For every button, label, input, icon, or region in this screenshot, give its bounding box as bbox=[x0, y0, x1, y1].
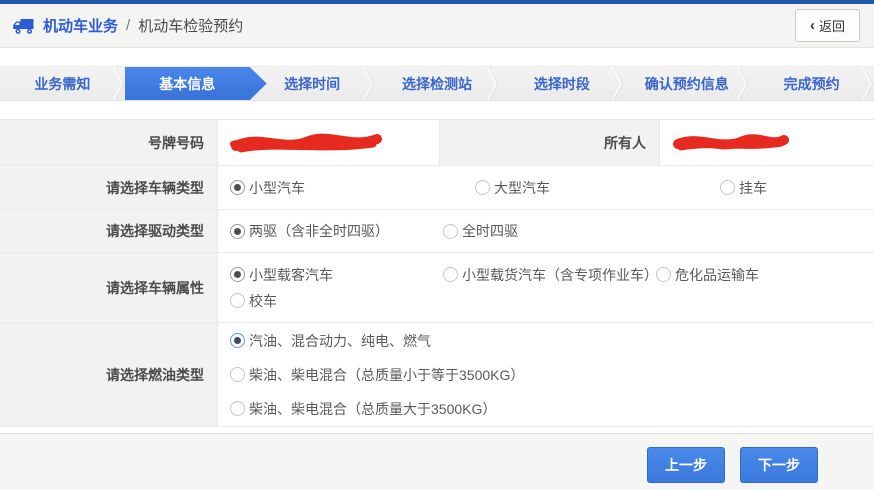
radio-unselected-icon bbox=[720, 180, 735, 195]
step-separator-icon bbox=[487, 83, 498, 100]
breadcrumb-separator: / bbox=[126, 17, 130, 34]
radio-option-two-wheel-drive[interactable]: 两驱（含非全时四驱） bbox=[230, 221, 443, 241]
radio-option-school-bus[interactable]: 校车 bbox=[230, 291, 277, 311]
step-progress-bar: 业务需知 基本信息 选择时间 选择检测站 选择时段 确认预约信息 完成预约 bbox=[0, 66, 874, 101]
radio-option-small-car[interactable]: 小型汽车 bbox=[230, 178, 475, 198]
step-tab-finish[interactable]: 完成预约 bbox=[749, 67, 874, 100]
radio-option-label: 柴油、柴电混合（总质量小于等于3500KG） bbox=[249, 365, 524, 385]
step-tab-basic-info[interactable]: 基本信息 bbox=[125, 67, 250, 100]
owner-label: 所有人 bbox=[440, 120, 660, 165]
step-tab-confirm-info[interactable]: 确认预约信息 bbox=[624, 67, 749, 100]
drive-type-label: 请选择驱动类型 bbox=[0, 210, 218, 252]
footer-action-bar: 上一步 下一步 bbox=[0, 433, 874, 490]
back-button[interactable]: ‹ 返回 bbox=[795, 9, 860, 42]
radio-option-large-car[interactable]: 大型汽车 bbox=[475, 178, 720, 198]
radio-unselected-icon bbox=[443, 224, 458, 239]
radio-option-diesel-under-3500kg[interactable]: 柴油、柴电混合（总质量小于等于3500KG） bbox=[230, 365, 874, 385]
radio-unselected-icon bbox=[230, 401, 245, 416]
breadcrumb: 机动车业务 / 机动车检验预约 bbox=[12, 15, 243, 36]
step-separator-icon bbox=[862, 67, 873, 84]
step-label: 基本信息 bbox=[159, 74, 215, 94]
vehicle-attribute-label: 请选择车辆属性 bbox=[0, 253, 218, 322]
step-separator-icon bbox=[362, 83, 373, 100]
breadcrumb-root[interactable]: 机动车业务 bbox=[43, 15, 118, 36]
radio-unselected-icon bbox=[230, 367, 245, 382]
radio-option-label: 两驱（含非全时四驱） bbox=[249, 221, 389, 241]
radio-selected-icon bbox=[230, 224, 245, 239]
back-button-label: 返回 bbox=[819, 16, 845, 35]
radio-option-hazmat-transport[interactable]: 危化品运输车 bbox=[656, 265, 759, 285]
fuel-type-options: 汽油、混合动力、纯电、燃气 柴油、柴电混合（总质量小于等于3500KG） 柴油、… bbox=[218, 323, 874, 426]
radio-option-diesel-over-3500kg[interactable]: 柴油、柴电混合（总质量大于3500KG） bbox=[230, 399, 874, 419]
vehicle-attribute-options: 小型载客汽车 小型载货汽车（含专项作业车） 危化品运输车 校车 bbox=[218, 253, 874, 322]
step-separator-icon bbox=[112, 83, 123, 100]
radio-option-label: 汽油、混合动力、纯电、燃气 bbox=[249, 331, 431, 351]
vehicle-inspection-appointment-page: 机动车业务 / 机动车检验预约 ‹ 返回 业务需知 基本信息 选择时间 选择检测… bbox=[0, 0, 874, 490]
step-separator-icon bbox=[737, 83, 748, 100]
radio-selected-icon bbox=[230, 267, 245, 282]
table-row-fuel-type: 请选择燃油类型 汽油、混合动力、纯电、燃气 柴油、柴电混合（总质量小于等于350… bbox=[0, 323, 874, 427]
step-tab-business-notice[interactable]: 业务需知 bbox=[0, 67, 125, 100]
radio-option-full-time-4wd[interactable]: 全时四驱 bbox=[443, 221, 518, 241]
radio-unselected-icon bbox=[443, 267, 458, 282]
radio-unselected-icon bbox=[475, 180, 490, 195]
owner-value bbox=[660, 120, 874, 165]
radio-option-small-passenger[interactable]: 小型载客汽车 bbox=[230, 265, 443, 285]
step-tab-choose-slot[interactable]: 选择时段 bbox=[499, 67, 624, 100]
step-tab-choose-time[interactable]: 选择时间 bbox=[250, 67, 375, 100]
radio-option-trailer[interactable]: 挂车 bbox=[720, 178, 767, 198]
radio-option-label: 小型载客汽车 bbox=[249, 265, 333, 285]
radio-option-label: 校车 bbox=[249, 291, 277, 311]
prev-step-button[interactable]: 上一步 bbox=[647, 447, 725, 483]
radio-option-label: 柴油、柴电混合（总质量大于3500KG） bbox=[249, 399, 496, 419]
redacted-owner-scribble bbox=[671, 131, 791, 155]
radio-option-label: 小型汽车 bbox=[249, 178, 305, 198]
next-step-button[interactable]: 下一步 bbox=[740, 447, 818, 483]
step-tab-choose-station[interactable]: 选择检测站 bbox=[375, 67, 500, 100]
step-separator-icon bbox=[612, 83, 623, 100]
radio-unselected-icon bbox=[656, 267, 671, 282]
step-label: 选择时段 bbox=[534, 74, 590, 94]
step-separator-icon bbox=[737, 67, 748, 84]
plate-number-value bbox=[218, 120, 440, 165]
radio-option-small-cargo[interactable]: 小型载货汽车（含专项作业车） bbox=[443, 265, 656, 285]
step-label: 业务需知 bbox=[34, 74, 90, 94]
radio-option-label: 小型载货汽车（含专项作业车） bbox=[462, 265, 656, 285]
fuel-type-label: 请选择燃油类型 bbox=[0, 323, 218, 426]
radio-option-label: 危化品运输车 bbox=[675, 265, 759, 285]
table-row-vehicle-type: 请选择车辆类型 小型汽车 大型汽车 挂车 bbox=[0, 166, 874, 210]
radio-option-label: 全时四驱 bbox=[462, 221, 518, 241]
table-row-identity: 号牌号码 所有人 bbox=[0, 120, 874, 166]
step-separator-icon bbox=[112, 67, 123, 84]
step-label: 选择时间 bbox=[284, 74, 340, 94]
plate-number-label: 号牌号码 bbox=[0, 120, 218, 165]
step-label: 选择检测站 bbox=[402, 74, 472, 94]
step-separator-icon bbox=[362, 67, 373, 84]
step-separator-icon bbox=[612, 67, 623, 84]
header: 机动车业务 / 机动车检验预约 ‹ 返回 bbox=[0, 4, 874, 48]
radio-option-label: 挂车 bbox=[739, 178, 767, 198]
truck-icon bbox=[12, 17, 35, 35]
step-label: 完成预约 bbox=[784, 74, 840, 94]
drive-type-options: 两驱（含非全时四驱） 全时四驱 bbox=[218, 210, 874, 252]
radio-option-gasoline-hybrid-electric-gas[interactable]: 汽油、混合动力、纯电、燃气 bbox=[230, 331, 874, 351]
step-separator-icon bbox=[487, 67, 498, 84]
step-separator-icon bbox=[862, 83, 873, 100]
radio-selected-icon bbox=[230, 180, 245, 195]
vehicle-type-options: 小型汽车 大型汽车 挂车 bbox=[218, 166, 874, 209]
table-row-drive-type: 请选择驱动类型 两驱（含非全时四驱） 全时四驱 bbox=[0, 210, 874, 253]
table-row-vehicle-attribute: 请选择车辆属性 小型载客汽车 小型载货汽车（含专项作业车） 危化品运输车 bbox=[0, 253, 874, 323]
back-chevron-icon: ‹ bbox=[810, 18, 815, 33]
redacted-plate-scribble bbox=[229, 130, 387, 156]
vehicle-type-label: 请选择车辆类型 bbox=[0, 166, 218, 209]
radio-selected-icon bbox=[230, 333, 245, 348]
appointment-form-table: 号牌号码 所有人 请选择车辆类型 bbox=[0, 119, 874, 427]
radio-unselected-icon bbox=[230, 293, 245, 308]
step-label: 确认预约信息 bbox=[645, 74, 729, 94]
breadcrumb-current: 机动车检验预约 bbox=[138, 15, 243, 36]
radio-option-label: 大型汽车 bbox=[494, 178, 550, 198]
